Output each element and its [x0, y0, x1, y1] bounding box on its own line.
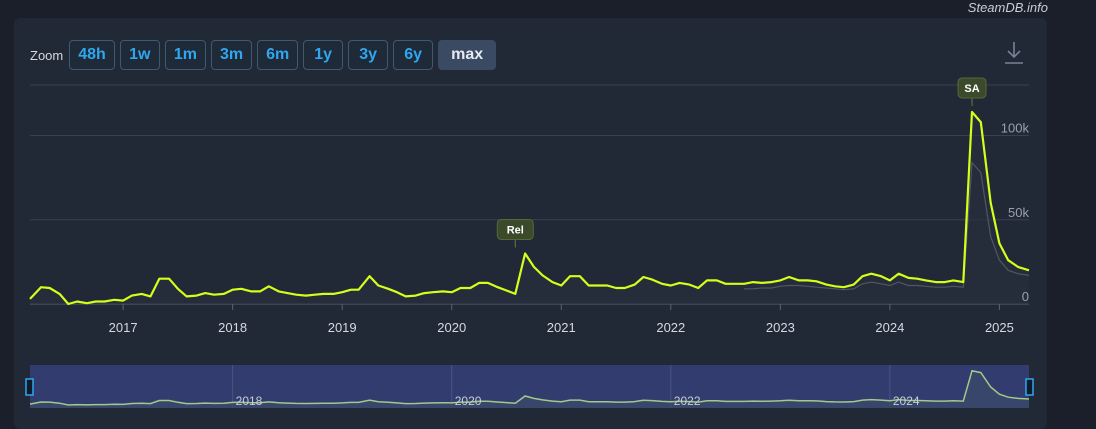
flag-label-0: Rel — [507, 224, 524, 236]
navigator-year-label-0: 2018 — [236, 394, 263, 408]
chart-area: RelSA 050k100k 2017 2018 2019 2020 2021 2022 2… — [25, 77, 1034, 408]
primary-series — [29, 110, 1030, 306]
y-tick-label-2: 100k — [1001, 121, 1030, 136]
y-tick-label-1: 50k — [1008, 205, 1029, 220]
navigator-handle-right[interactable] — [1025, 378, 1034, 396]
navigator: 2018 2020 2022 2024 — [25, 365, 1034, 408]
navigator-year-label-2: 2022 — [674, 394, 701, 408]
x-tick-label-6: 2023 — [766, 320, 795, 335]
flag-label-1: SA — [964, 83, 979, 95]
x-tick-label-8: 2025 — [985, 320, 1014, 335]
y-tick-label-0: 0 — [1022, 289, 1029, 304]
x-tick-label-3: 2020 — [437, 320, 466, 335]
x-tick-label-7: 2024 — [875, 320, 904, 335]
navigator-year-label-3: 2024 — [893, 394, 920, 408]
x-tick-label-2: 2019 — [328, 320, 357, 335]
x-axis-ticks: 2017 2018 2019 2020 2021 2022 2023 2024 2025 — [109, 304, 1014, 335]
x-tick-label-1: 2018 — [218, 320, 247, 335]
navigator-year-label-1: 2020 — [455, 394, 482, 408]
x-tick-label-4: 2021 — [547, 320, 576, 335]
navigator-handle-left[interactable] — [25, 378, 34, 396]
x-tick-label-5: 2022 — [656, 320, 685, 335]
event-flags: Rel SA — [496, 77, 987, 248]
x-tick-label-0: 2017 — [109, 320, 138, 335]
